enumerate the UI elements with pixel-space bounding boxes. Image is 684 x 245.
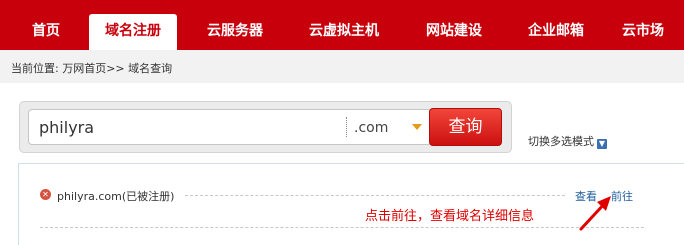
tab-home[interactable]: 首页 (11, 14, 81, 50)
chevron-down-icon: ▼ (597, 139, 607, 149)
dropdown-arrow-icon (412, 124, 422, 130)
annotation-text: 点击前往，查看域名详细信息 (365, 209, 535, 224)
arrow-icon (579, 196, 611, 231)
row-divider (40, 227, 644, 228)
breadcrumb-text: 当前位置: 万网首页>> 域名查询 (11, 62, 173, 75)
result-status: (已被注册) (121, 190, 175, 203)
tld-divider (346, 117, 347, 137)
mode-toggle-label: 切换多选模式 (528, 135, 594, 148)
result-domain-name: philyra.com (57, 190, 122, 203)
tab-cloud-server[interactable]: 云服务器 (195, 14, 275, 50)
breadcrumb: 当前位置: 万网首页>> 域名查询 (0, 50, 684, 83)
multi-select-mode-toggle[interactable]: 切换多选模式 ▼ (528, 133, 607, 149)
tld-label: .com (354, 120, 389, 136)
tab-cloud-market[interactable]: 云市场 (622, 14, 684, 50)
result-domain: philyra.com(已被注册) (57, 188, 174, 204)
tab-cloud-virtual-host[interactable]: 云虚拟主机 (296, 14, 392, 50)
row-divider (185, 195, 565, 196)
search-button[interactable]: 查询 (429, 108, 502, 146)
tab-domain-registration[interactable]: 域名注册 (89, 14, 177, 50)
tld-select[interactable]: .com (351, 112, 429, 142)
tab-website-building[interactable]: 网站建设 (414, 14, 494, 50)
tab-enterprise-mail[interactable]: 企业邮箱 (516, 14, 596, 50)
top-nav: 首页 域名注册 云服务器 云虚拟主机 网站建设 企业邮箱 云市场 (0, 0, 684, 50)
close-circle-icon: ✕ (40, 189, 51, 200)
